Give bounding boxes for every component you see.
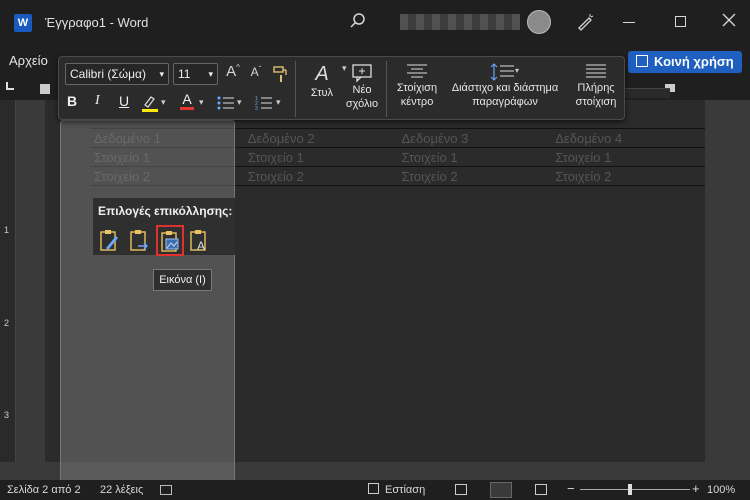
chevron-down-icon[interactable]: ▾ bbox=[237, 97, 242, 108]
search-icon[interactable] bbox=[348, 12, 368, 32]
font-color-swatch bbox=[180, 107, 194, 110]
ruler-number: 3 bbox=[4, 410, 10, 420]
svg-text:A: A bbox=[197, 239, 205, 252]
align-center-icon bbox=[407, 64, 427, 78]
pen-icon[interactable] bbox=[575, 12, 595, 32]
zoom-slider[interactable] bbox=[580, 489, 690, 490]
word-app-icon: W bbox=[14, 14, 32, 32]
table-cell[interactable]: Δεδομένο 3 bbox=[397, 128, 552, 148]
print-layout-button[interactable] bbox=[490, 482, 512, 498]
font-size-select[interactable]: 11 ▾ bbox=[173, 63, 218, 85]
format-painter-icon[interactable] bbox=[271, 64, 291, 84]
floating-toolbar: Calibri (Σώμα) ▾ 11 ▾ A^ Aˇ B I U ▾ A ▾ … bbox=[58, 56, 625, 120]
chevron-down-icon: ▾ bbox=[159, 69, 164, 79]
tab-selector-icon[interactable] bbox=[6, 82, 14, 90]
table-cell[interactable]: Στοιχείο 1 bbox=[397, 147, 552, 167]
read-mode-icon[interactable] bbox=[455, 484, 467, 495]
close-button[interactable] bbox=[720, 13, 738, 31]
divider bbox=[295, 61, 296, 117]
keep-source-formatting-icon[interactable] bbox=[97, 228, 121, 254]
divider bbox=[386, 61, 387, 117]
ruler-number: 1 bbox=[4, 225, 10, 235]
font-color-letter: A bbox=[182, 91, 192, 107]
share-icon bbox=[636, 55, 648, 67]
page-count[interactable]: Σελίδα 2 από 2 bbox=[7, 484, 81, 496]
font-name-select[interactable]: Calibri (Σώμα) ▾ bbox=[65, 63, 169, 85]
focus-icon bbox=[368, 483, 379, 494]
table-cell[interactable]: Στοιχείο 2 bbox=[243, 166, 398, 186]
line-spacing-label: Διάστιχο και διάστημα παραγράφων bbox=[451, 82, 559, 108]
table-cell[interactable]: Στοιχείο 2 bbox=[551, 166, 705, 186]
zoom-in-button[interactable]: + bbox=[692, 481, 700, 496]
styles-icon: A bbox=[315, 63, 329, 85]
focus-button[interactable]: Εστίαση bbox=[368, 483, 425, 496]
bullets-icon[interactable] bbox=[217, 95, 235, 111]
line-spacing-icon: ▾ bbox=[490, 63, 519, 81]
selected-image-frame[interactable] bbox=[60, 120, 235, 492]
comment-icon bbox=[352, 64, 372, 83]
bold-button[interactable]: B bbox=[67, 93, 77, 109]
underline-button[interactable]: U bbox=[119, 93, 129, 109]
chevron-down-icon[interactable]: ▾ bbox=[161, 97, 166, 108]
chevron-down-icon: ▾ bbox=[208, 69, 213, 79]
paste-as-picture-button[interactable] bbox=[156, 225, 184, 256]
zoom-level[interactable]: 100% bbox=[707, 484, 735, 496]
svg-text:3: 3 bbox=[255, 106, 258, 111]
numbering-icon[interactable]: 123 bbox=[255, 95, 273, 112]
focus-label: Εστίαση bbox=[385, 484, 426, 496]
line-spacing-button[interactable]: ▾ Διάστιχο και διάστημα παραγράφων bbox=[446, 61, 564, 119]
keep-text-only-icon[interactable]: A bbox=[187, 228, 211, 254]
chevron-down-icon[interactable]: ▾ bbox=[276, 97, 281, 108]
svg-text:▾: ▾ bbox=[515, 66, 519, 75]
blurred-account-name bbox=[400, 14, 520, 30]
zoom-out-button[interactable]: − bbox=[567, 481, 575, 496]
window-title: Έγγραφο1 - Word bbox=[45, 15, 149, 30]
justify-button[interactable]: Πλήρης στοίχιση bbox=[569, 61, 623, 119]
italic-button[interactable]: I bbox=[95, 93, 100, 109]
shrink-font-icon[interactable]: Aˇ bbox=[247, 65, 265, 85]
file-menu[interactable]: Αρχείο bbox=[9, 53, 48, 68]
styles-label: Στυλ bbox=[310, 87, 334, 99]
chevron-down-icon[interactable]: ▾ bbox=[199, 97, 204, 108]
word-count[interactable]: 22 λέξεις bbox=[100, 484, 143, 496]
table-cell[interactable]: Στοιχείο 1 bbox=[243, 147, 398, 167]
highlight-icon[interactable] bbox=[141, 93, 159, 113]
vertical-ruler: 1 2 3 bbox=[0, 100, 16, 462]
paste-options-title: Επιλογές επικόλλησης: bbox=[98, 204, 233, 218]
tooltip: Εικόνα (I) bbox=[153, 269, 212, 291]
zoom-slider-thumb[interactable] bbox=[628, 484, 632, 495]
avatar[interactable] bbox=[527, 10, 551, 34]
new-comment-label: Νέο σχόλιο bbox=[345, 84, 379, 110]
maximize-button[interactable] bbox=[675, 16, 686, 27]
font-size-value: 11 bbox=[178, 67, 191, 81]
proofing-icon[interactable] bbox=[160, 485, 172, 495]
indent-marker[interactable] bbox=[40, 84, 50, 94]
web-layout-icon[interactable] bbox=[535, 484, 547, 495]
font-color-button[interactable]: A bbox=[179, 91, 195, 113]
merge-formatting-icon[interactable] bbox=[127, 228, 151, 254]
paste-picture-icon bbox=[161, 231, 179, 252]
table-cell[interactable]: Δεδομένο 4 bbox=[551, 128, 705, 148]
new-comment-button[interactable]: Νέο σχόλιο bbox=[344, 61, 380, 119]
minimize-button[interactable] bbox=[623, 22, 635, 23]
share-button[interactable]: Κοινή χρήση bbox=[628, 51, 742, 73]
table-cell[interactable]: Δεδομένο 2 bbox=[243, 128, 398, 148]
table-cell[interactable]: Στοιχείο 1 bbox=[551, 147, 705, 167]
center-align-label: Στοίχιση κέντρο bbox=[396, 82, 438, 108]
grow-font-icon[interactable]: A^ bbox=[223, 63, 243, 83]
status-bar: Σελίδα 2 από 2 22 λέξεις Εστίαση − + 100… bbox=[0, 480, 750, 500]
styles-button[interactable]: A Στυλ bbox=[302, 63, 342, 119]
share-label: Κοινή χρήση bbox=[654, 54, 734, 69]
table-cell[interactable]: Στοιχείο 2 bbox=[397, 166, 552, 186]
center-align-button[interactable]: Στοίχιση κέντρο bbox=[392, 61, 442, 119]
justify-label: Πλήρης στοίχιση bbox=[575, 82, 617, 108]
font-name-value: Calibri (Σώμα) bbox=[70, 67, 146, 81]
title-bar: W Έγγραφο1 - Word bbox=[0, 0, 750, 45]
justify-icon bbox=[586, 64, 606, 78]
ruler-number: 2 bbox=[4, 318, 10, 328]
